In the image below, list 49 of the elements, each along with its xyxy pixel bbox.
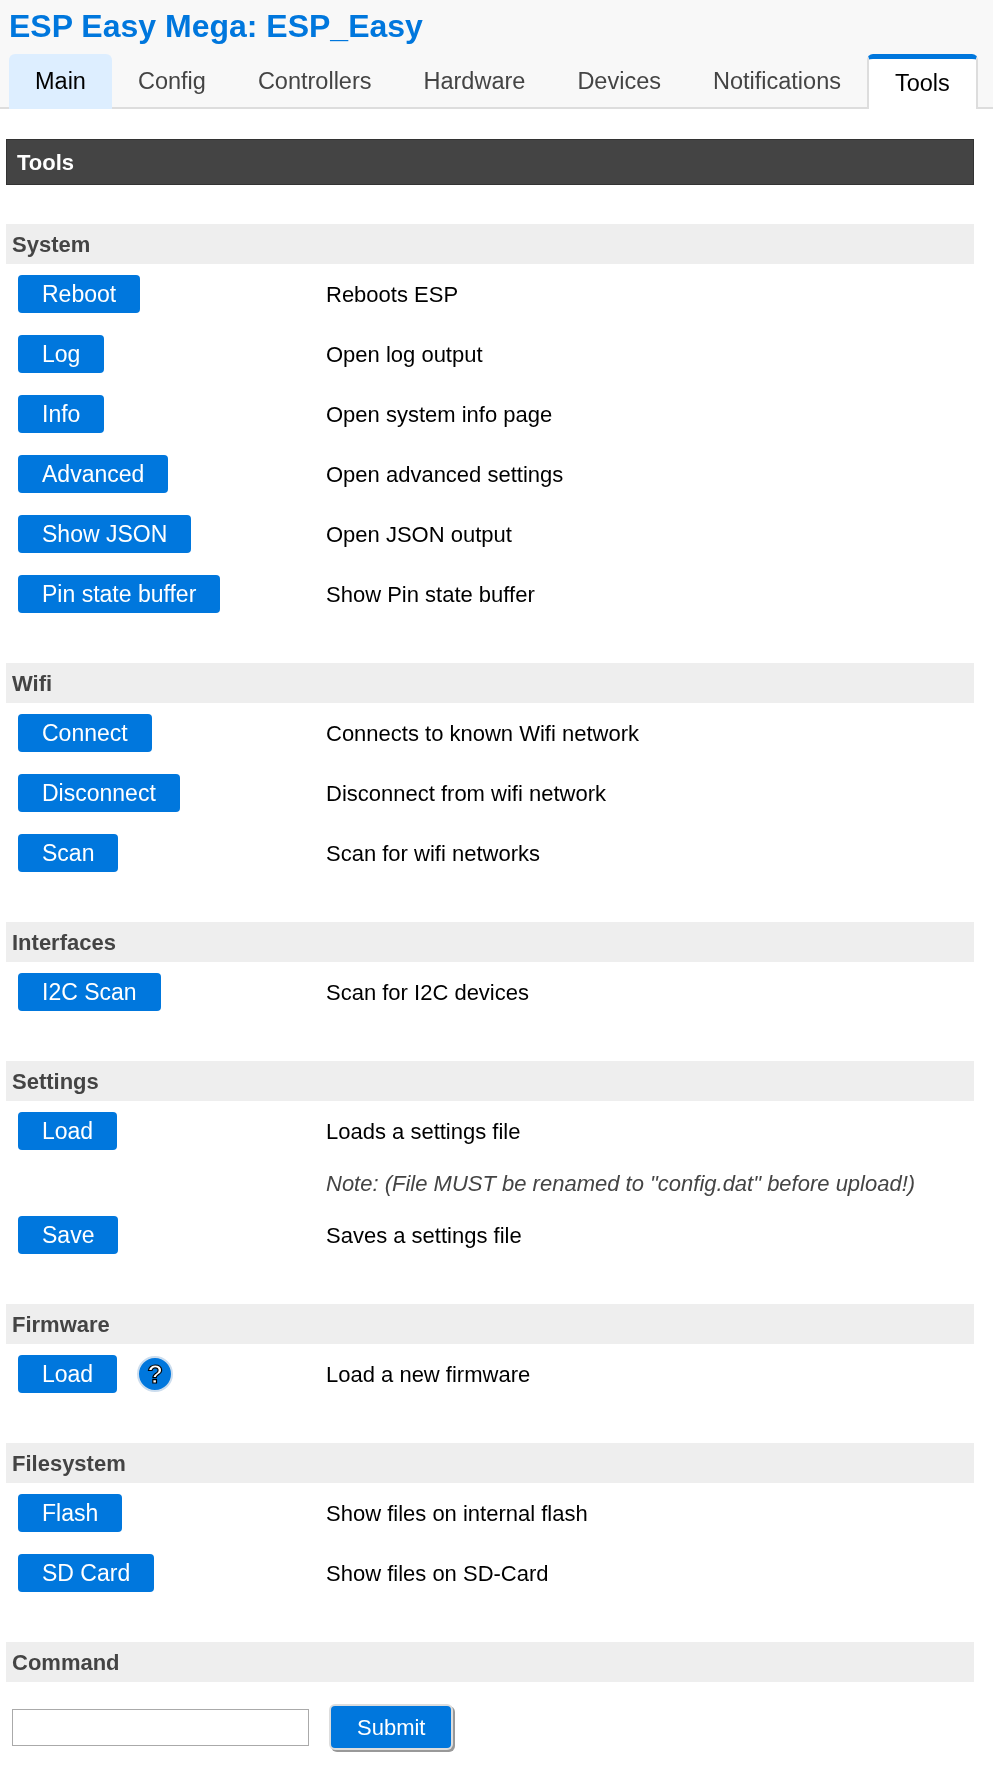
action-button[interactable]: Disconnect <box>18 774 180 812</box>
action-button[interactable]: SD Card <box>18 1554 155 1592</box>
description-text: Open advanced settings <box>326 460 564 489</box>
description-text: Connects to known Wifi network <box>326 719 640 748</box>
command-input[interactable] <box>12 1708 309 1746</box>
description-text: Loads a settings file <box>326 1117 521 1146</box>
section-heading: Firmware <box>6 1304 974 1344</box>
description-text: Load a new firmware <box>326 1360 531 1389</box>
site-title: ESP Easy Mega: ESP_Easy <box>9 7 424 46</box>
description-text: Open JSON output <box>326 520 512 549</box>
description-text: Show files on internal flash <box>326 1499 588 1528</box>
section-heading: Filesystem <box>6 1443 974 1483</box>
page-heading: Tools <box>6 139 974 185</box>
description-text: Open log output <box>326 340 483 369</box>
description-text: Scan for I2C devices <box>326 978 529 1007</box>
action-button[interactable]: Reboot <box>18 275 141 313</box>
action-button[interactable]: Flash <box>18 1494 123 1532</box>
description-text: Reboots ESP <box>326 280 459 309</box>
description-text: Show Pin state buffer <box>326 580 535 609</box>
nav-tab[interactable]: Devices <box>551 54 687 109</box>
action-button[interactable]: Connect <box>18 714 152 752</box>
nav-tab[interactable]: Controllers <box>231 54 398 109</box>
section-heading: System <box>6 224 974 264</box>
action-button[interactable]: Pin state buffer <box>18 575 221 613</box>
action-button[interactable]: Load <box>18 1355 118 1393</box>
description-text: Saves a settings file <box>326 1221 522 1250</box>
nav-tab[interactable]: Main <box>9 54 112 109</box>
section-heading: Command <box>6 1642 974 1682</box>
nav-tab[interactable]: Notifications <box>686 54 867 109</box>
action-button[interactable]: Load <box>18 1112 118 1150</box>
action-button[interactable]: Show JSON <box>18 515 192 553</box>
description-text: Disconnect from wifi network <box>326 779 606 808</box>
description-text: Scan for wifi networks <box>326 839 540 868</box>
section-heading: Interfaces <box>6 922 974 962</box>
description-text: Open system info page <box>326 400 553 429</box>
action-button[interactable]: I2C Scan <box>18 973 161 1011</box>
action-button[interactable]: Advanced <box>18 455 169 493</box>
action-button[interactable]: Info <box>18 395 105 433</box>
action-button[interactable]: Log <box>18 335 105 373</box>
nav-tab[interactable]: Config <box>111 54 232 109</box>
section-heading: Settings <box>6 1061 974 1101</box>
nav-tab[interactable]: Hardware <box>397 54 552 109</box>
description-text: Show files on SD-Card <box>326 1559 549 1588</box>
nav-tab[interactable]: Tools <box>866 54 978 109</box>
help-button[interactable]: ? <box>137 1356 174 1392</box>
section-heading: Wifi <box>6 663 974 703</box>
action-button[interactable]: Save <box>18 1216 119 1254</box>
note-text: Note: (File MUST be renamed to "config.dat" before upload!) <box>326 1169 916 1198</box>
action-button[interactable]: Scan <box>18 834 119 872</box>
